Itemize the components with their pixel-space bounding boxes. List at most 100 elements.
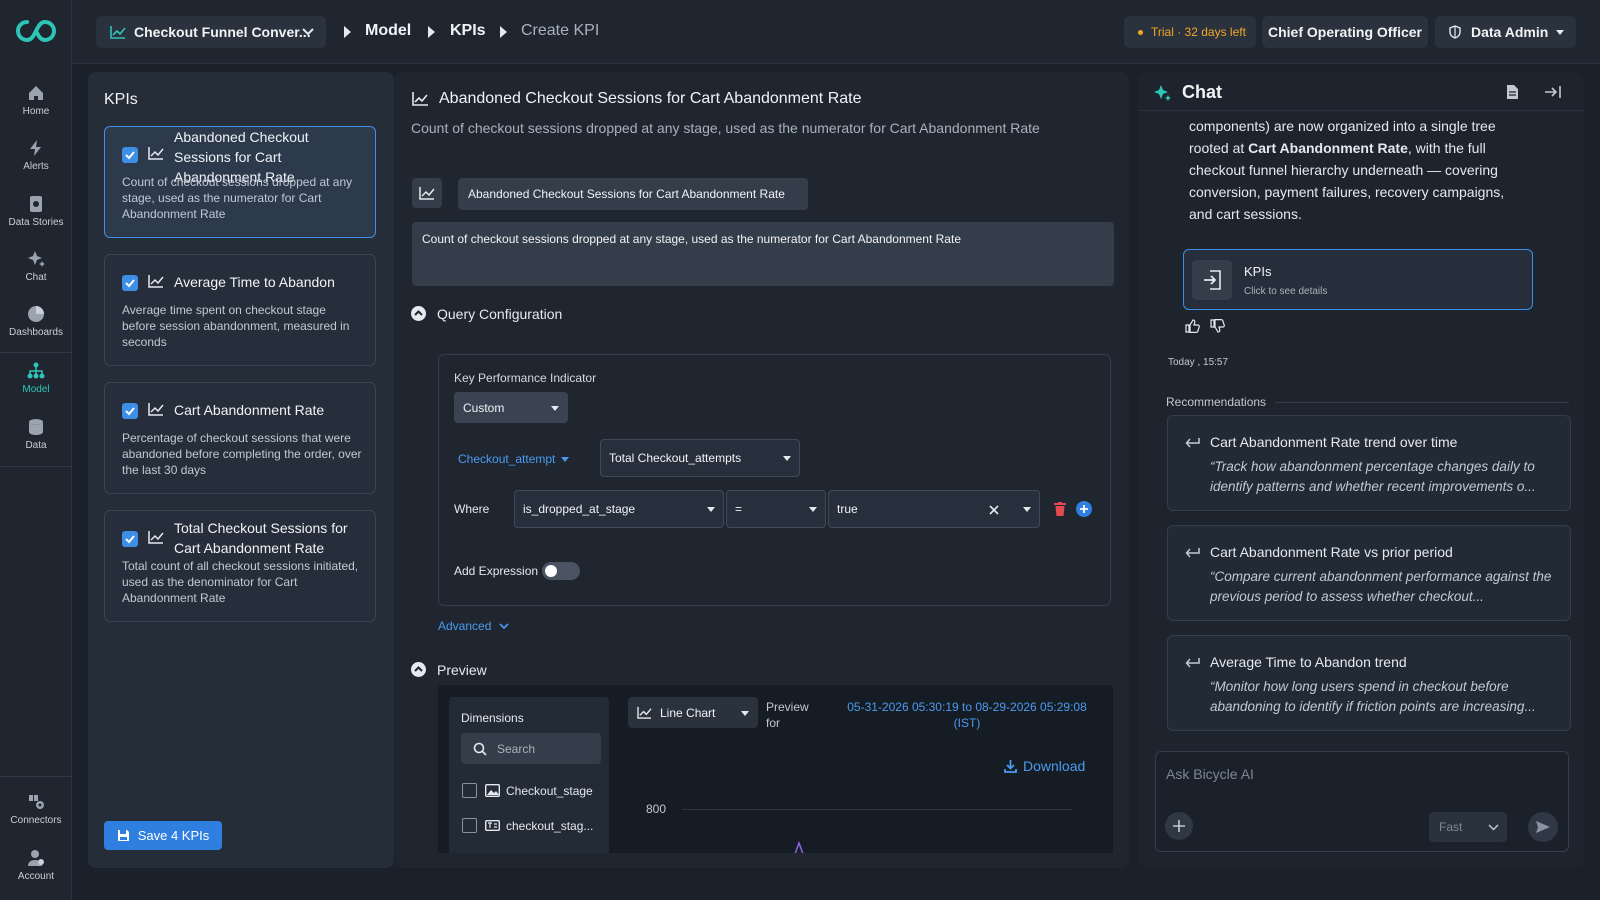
kpi-checkbox[interactable] <box>122 147 138 163</box>
collapse-panel-icon[interactable] <box>1544 85 1562 99</box>
kpi-description-input[interactable]: Count of checkout sessions dropped at an… <box>412 222 1114 286</box>
project-selector[interactable]: Checkout Funnel Conver... <box>96 16 326 48</box>
send-button[interactable] <box>1528 812 1558 842</box>
clear-icon[interactable] <box>989 505 999 515</box>
chat-message: components) are now organized into a sin… <box>1189 115 1519 225</box>
breadcrumb-model[interactable]: Model <box>365 22 411 40</box>
user-menu[interactable]: Data Admin <box>1435 16 1576 48</box>
user-name: Data Admin <box>1471 24 1549 40</box>
collapse-icon[interactable] <box>411 306 426 321</box>
dimension-item[interactable]: Checkout_stage <box>506 784 593 798</box>
nav-model[interactable]: Model <box>0 362 72 395</box>
kpi-checkbox[interactable] <box>122 275 138 291</box>
delete-icon[interactable] <box>1054 502 1066 516</box>
kpi-icon-picker[interactable] <box>412 178 442 208</box>
chevron-down-icon <box>741 710 749 716</box>
nav-data[interactable]: Data <box>0 418 72 451</box>
breadcrumb-create-kpi: Create KPI <box>521 22 600 39</box>
kpi-name-input[interactable]: Abandoned Checkout Sessions for Cart Aba… <box>458 178 808 210</box>
query-config-heading[interactable]: Query Configuration <box>437 306 562 322</box>
preview-heading[interactable]: Preview <box>437 662 487 678</box>
recommendation-title: Average Time to Abandon trend <box>1210 654 1407 670</box>
kpi-checkbox[interactable] <box>122 403 138 419</box>
trial-badge: Trial · 32 days left <box>1124 16 1256 48</box>
nav-account[interactable]: Account <box>0 849 72 882</box>
nav-data-stories[interactable]: Data Stories <box>0 195 72 228</box>
kpi-card[interactable]: Cart Abandonment Rate Percentage of chec… <box>104 382 376 494</box>
where-operator-select[interactable]: = <box>726 490 826 528</box>
breadcrumb-separator-icon <box>500 26 507 38</box>
thumbs-down-icon[interactable] <box>1210 319 1225 333</box>
role-selector[interactable]: Chief Operating Officer <box>1262 16 1428 48</box>
recommendation-item[interactable]: Cart Abandonment Rate vs prior period “C… <box>1167 525 1571 621</box>
entity-selector[interactable]: Checkout_attempt <box>458 452 570 466</box>
breadcrumb-kpis[interactable]: KPIs <box>450 22 486 40</box>
chart-type-select[interactable]: Line Chart <box>628 697 758 728</box>
kpi-checkbox[interactable] <box>122 531 138 547</box>
breadcrumb-separator-icon <box>344 26 351 38</box>
add-condition-icon[interactable] <box>1076 501 1092 517</box>
kpi-card[interactable]: Total Checkout Sessions for Cart Abandon… <box>104 510 376 622</box>
nav-chat[interactable]: Chat <box>0 250 72 283</box>
dimension-search-input[interactable]: Search <box>461 733 601 764</box>
save-kpis-button[interactable]: Save 4 KPIs <box>104 821 222 850</box>
kpi-description: Average time spent on checkout stage bef… <box>122 303 350 349</box>
where-value-input[interactable]: true <box>828 490 1040 528</box>
nav-home[interactable]: Home <box>0 84 72 117</box>
mode-value: Fast <box>1439 820 1463 834</box>
kpi-description: Count of checkout sessions dropped at an… <box>122 175 353 221</box>
nav-connectors-label: Connectors <box>10 815 62 826</box>
trial-text: Trial · 32 days left <box>1151 25 1246 39</box>
kpi-type-select[interactable]: Custom <box>454 392 568 423</box>
breadcrumb-separator-icon <box>428 26 435 38</box>
search-placeholder: Search <box>497 741 536 756</box>
chat-input[interactable]: Ask Bicycle AI <box>1166 766 1254 782</box>
where-field-select[interactable]: is_dropped_at_stage <box>514 490 724 528</box>
left-nav: Home Alerts Data Stories Chat Dashboards… <box>0 0 72 900</box>
preview-date-range[interactable]: 05-31-2026 05:30:19 to 08-29-2026 05:29:… <box>842 699 1092 731</box>
check-icon <box>125 279 135 288</box>
recommendation-title: Cart Abandonment Rate vs prior period <box>1210 544 1453 560</box>
document-icon[interactable] <box>1506 84 1519 100</box>
nav-connectors[interactable]: Connectors <box>0 793 72 826</box>
thumbs-up-icon[interactable] <box>1185 319 1200 333</box>
advanced-toggle[interactable]: Advanced <box>438 619 509 633</box>
search-icon <box>473 742 487 756</box>
chevron-down-icon <box>1556 30 1564 35</box>
trial-dot-icon <box>1138 29 1143 35</box>
enter-icon <box>1185 548 1200 558</box>
add-expression-toggle[interactable] <box>542 562 580 580</box>
save-kpis-label: Save 4 KPIs <box>137 828 210 843</box>
measure-select[interactable]: Total Checkout_attempts <box>600 439 800 477</box>
dimension-item[interactable]: checkout_stag... <box>506 819 593 833</box>
advanced-label: Advanced <box>438 619 492 633</box>
recommendation-item[interactable]: Average Time to Abandon trend “Monitor h… <box>1167 635 1571 731</box>
plus-icon <box>1173 820 1185 832</box>
recommendation-item[interactable]: Cart Abandonment Rate trend over time “T… <box>1167 415 1571 511</box>
nav-home-label: Home <box>22 106 50 117</box>
download-button[interactable]: Download <box>1004 758 1085 774</box>
nav-dashboards[interactable]: Dashboards <box>0 305 72 338</box>
role-text: Chief Operating Officer <box>1267 24 1423 40</box>
chart-line-icon <box>148 275 164 288</box>
mode-select[interactable]: Fast <box>1429 812 1507 842</box>
shield-icon <box>1449 25 1461 39</box>
nav-account-label: Account <box>17 871 55 882</box>
nav-alerts[interactable]: Alerts <box>0 139 72 172</box>
attach-button[interactable] <box>1165 812 1193 840</box>
dimension-checkbox[interactable] <box>462 783 477 798</box>
chevron-down-icon <box>1023 507 1031 512</box>
nav-data-label: Data <box>25 440 47 451</box>
chevron-down-icon <box>707 507 715 512</box>
kpis-result-card[interactable]: KPIs Click to see details <box>1183 249 1533 310</box>
collapse-icon[interactable] <box>411 662 426 677</box>
chevron-down-icon <box>783 456 791 461</box>
chevron-down-icon <box>302 28 314 36</box>
kpi-card[interactable]: Abandoned Checkout Sessions for Cart Aba… <box>104 126 376 238</box>
add-expression-label: Add Expression <box>454 564 539 578</box>
kpi-card[interactable]: Average Time to Abandon Average time spe… <box>104 254 376 366</box>
kpi-description-value: Count of checkout sessions dropped at an… <box>422 232 961 246</box>
chart-y-tick: 800 <box>646 802 667 816</box>
dimension-checkbox[interactable] <box>462 818 477 833</box>
brand-logo[interactable] <box>16 18 56 44</box>
